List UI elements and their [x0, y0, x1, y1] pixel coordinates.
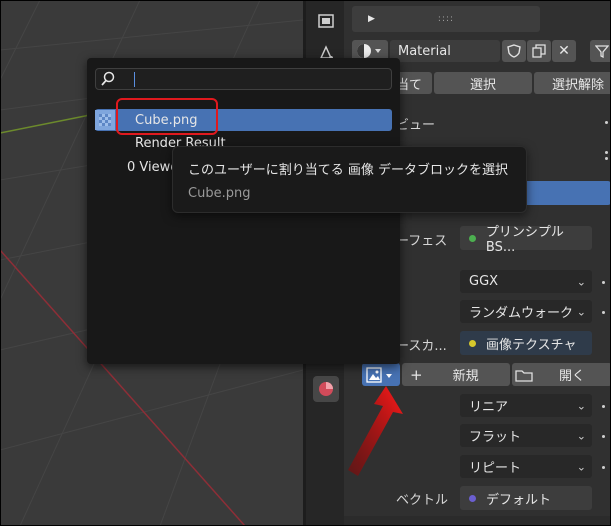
interpolation-dropdown[interactable]: リニア ⌄ [460, 394, 592, 417]
duplicate-material-button[interactable] [527, 40, 551, 62]
surface-label: ーフェス [396, 234, 448, 249]
text-cursor [134, 72, 135, 87]
slot-link-button[interactable] [590, 40, 611, 62]
tab-material[interactable] [313, 376, 339, 402]
annotation-arrow [348, 386, 403, 476]
deselect-label: 選択解除 [552, 77, 605, 93]
chevron-down-icon: ⌄ [576, 460, 586, 473]
filter-icon [595, 45, 609, 58]
tooltip-subtitle: Cube.png [188, 186, 251, 201]
base-color-label: ースカ... [396, 339, 447, 354]
shader-socket-icon [469, 234, 476, 242]
play-icon: ▶ [368, 14, 375, 24]
vector-value: デフォルト [486, 492, 552, 508]
material-slot-list[interactable]: ▶ :::: [352, 6, 540, 32]
color-socket-icon [469, 339, 476, 347]
highlight-box [116, 98, 218, 135]
socket-dot [602, 435, 605, 438]
socket-dot [602, 281, 605, 284]
panel-cutoff [344, 516, 611, 526]
chevron-down-icon: ⌄ [576, 275, 586, 288]
interpolation-value: リニア [469, 400, 509, 415]
panel-grip-dot [605, 151, 608, 154]
new-label: 新規 [452, 369, 479, 384]
extension-value: リピート [469, 461, 522, 476]
chevron-down-icon: ⌄ [576, 399, 586, 412]
vector-label: ベクトル [396, 493, 449, 508]
output-icon [318, 14, 334, 28]
new-image-button[interactable]: + 新規 [402, 363, 510, 386]
drag-handle-icon[interactable]: :::: [438, 14, 454, 24]
select-button[interactable]: 選択 [434, 72, 532, 94]
vector-socket-icon [469, 494, 476, 502]
material-name-field[interactable]: Material [390, 40, 500, 62]
copy-icon [532, 44, 546, 58]
tooltip: このユーザーに割り当てる 画像 データブロックを選択 Cube.png [172, 146, 527, 213]
tab-output[interactable] [313, 8, 339, 34]
image-thumbnail-icon [95, 110, 115, 130]
search-field[interactable] [95, 68, 392, 90]
search-input[interactable] [122, 71, 386, 89]
plus-icon: + [410, 365, 423, 384]
deselect-button[interactable]: 選択解除 [534, 72, 611, 94]
image-item-label: 0 Viewe [127, 159, 179, 175]
material-name-text: Material [398, 43, 451, 59]
socket-dot [602, 466, 605, 469]
chevron-down-icon: ⌄ [576, 305, 586, 318]
open-label: 開く [559, 369, 586, 384]
socket-dot [602, 405, 605, 408]
extension-dropdown[interactable]: リピート ⌄ [460, 455, 592, 478]
base-color-node-field[interactable]: 画像テクスチャ [460, 331, 592, 355]
distribution-dropdown[interactable]: GGX ⌄ [460, 270, 592, 293]
subsurface-method-dropdown[interactable]: ランダムウォーク ⌄ [460, 300, 592, 323]
preview-label: ビュー [396, 118, 436, 133]
shield-icon [507, 44, 521, 58]
preview-panel-header[interactable]: ビュー [396, 114, 435, 133]
folder-icon [515, 369, 533, 382]
vector-input-field[interactable]: デフォルト [460, 486, 592, 510]
projection-dropdown[interactable]: フラット ⌄ [460, 424, 592, 447]
subsurface-method-value: ランダムウォーク [469, 306, 574, 321]
close-icon: ✕ [558, 43, 570, 59]
panel-grip-dot [605, 121, 608, 124]
panel-grip-dot [605, 157, 608, 160]
chevron-down-icon: ⌄ [576, 429, 586, 442]
material-sphere-icon [357, 44, 381, 58]
search-icon [101, 71, 115, 86]
material-icon [319, 382, 333, 396]
tooltip-title: このユーザーに割り当てる 画像 データブロックを選択 [188, 163, 509, 178]
distribution-value: GGX [469, 274, 499, 289]
socket-dot [602, 311, 605, 314]
surface-shader-value: プリンシプルBS... [485, 225, 564, 255]
unlink-material-button[interactable]: ✕ [552, 40, 576, 62]
fake-user-button[interactable] [502, 40, 526, 62]
projection-value: フラット [469, 430, 522, 445]
surface-shader-field[interactable]: プリンシプルBS... [460, 225, 592, 255]
base-color-value: 画像テクスチャ [486, 337, 577, 353]
select-label: 選択 [469, 77, 496, 93]
open-image-button[interactable]: 開く [512, 363, 611, 386]
